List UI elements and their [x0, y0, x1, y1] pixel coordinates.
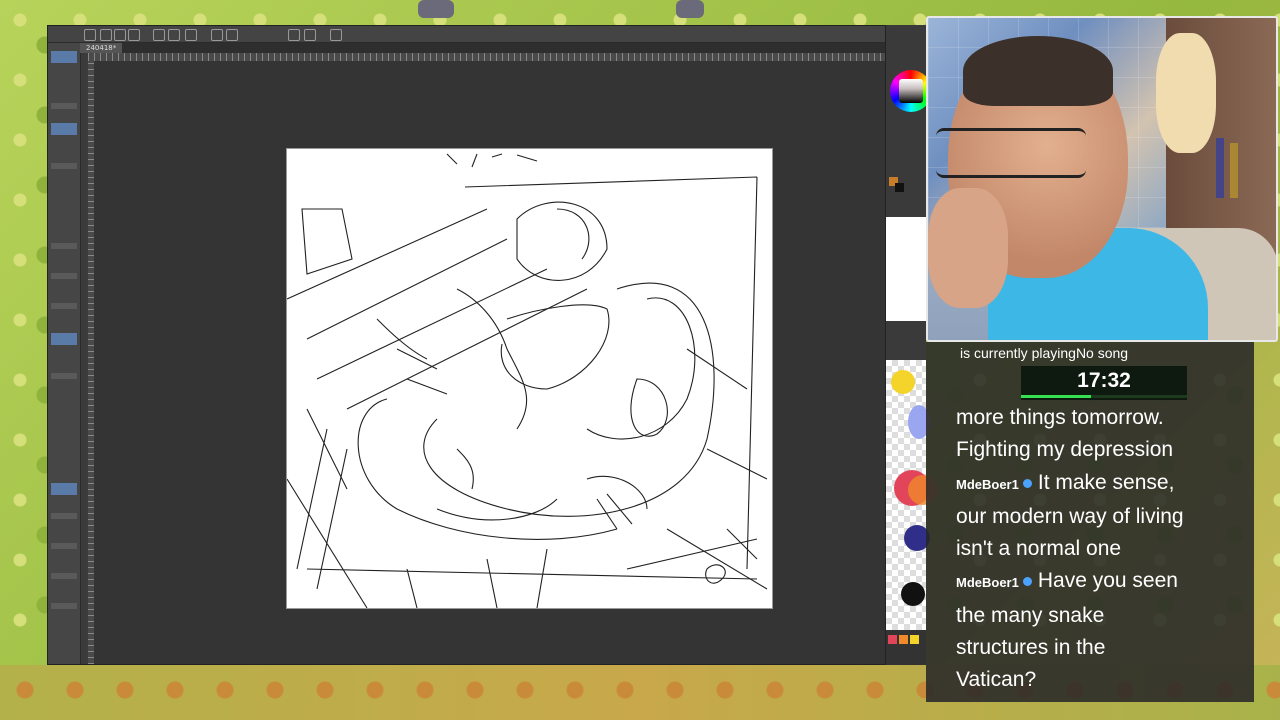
- navigator-thumbnail[interactable]: [886, 217, 926, 321]
- tool-item[interactable]: [51, 573, 77, 579]
- chat-line: structures in the: [956, 636, 1106, 660]
- marker-icon[interactable]: [304, 29, 316, 41]
- palette-chip[interactable]: [888, 635, 897, 644]
- transform-icon[interactable]: [226, 29, 238, 41]
- tool-item[interactable]: [51, 273, 77, 279]
- sketch-drawing: [287, 153, 768, 608]
- chat-line: Vatican?: [956, 668, 1037, 692]
- fill-icon[interactable]: [211, 29, 223, 41]
- tool-item[interactable]: [51, 513, 77, 519]
- tool-selected[interactable]: [51, 51, 77, 63]
- teddy-bear: [1156, 33, 1216, 153]
- right-panels: [885, 25, 938, 665]
- person-hair: [963, 36, 1113, 106]
- color-palette-panel[interactable]: [886, 360, 938, 630]
- tool-subtool[interactable]: [51, 483, 77, 495]
- timer-text: 17:32: [1077, 369, 1131, 392]
- palette-bar: [886, 630, 926, 665]
- settings-icon[interactable]: [185, 29, 197, 41]
- chat-line: more things tomorrow.: [956, 406, 1164, 429]
- tool-brush[interactable]: [51, 123, 77, 135]
- tool-item[interactable]: [51, 543, 77, 549]
- user-badge-icon: [1022, 478, 1032, 488]
- tool-item[interactable]: [51, 373, 77, 379]
- glasses: [936, 128, 1086, 178]
- timer-progress-bar: [1021, 395, 1187, 398]
- tool-item[interactable]: [51, 103, 77, 109]
- export-icon[interactable]: [128, 29, 140, 41]
- chat-line: Fighting my depression: [956, 438, 1174, 462]
- stream-timer: 17:32: [1021, 366, 1187, 400]
- palette-chip[interactable]: [910, 635, 919, 644]
- webcam-feed: [926, 16, 1278, 342]
- tool-item[interactable]: [51, 603, 77, 609]
- tool-palette: [48, 43, 81, 664]
- redo-icon[interactable]: [168, 29, 180, 41]
- person-hand: [928, 188, 1008, 308]
- palette-color[interactable]: [891, 370, 915, 394]
- pen-icon[interactable]: [288, 29, 300, 41]
- open-file-icon[interactable]: [100, 29, 112, 41]
- tool-item[interactable]: [51, 243, 77, 249]
- save-icon[interactable]: [114, 29, 126, 41]
- chat-line: MdeBoer1 Have you seen: [956, 569, 1178, 593]
- chat-line: our modern way of living: [956, 504, 1184, 528]
- tool-item[interactable]: [51, 303, 77, 309]
- palette-chip[interactable]: [899, 635, 908, 644]
- horizontal-ruler: [88, 53, 886, 61]
- chat-line: MdeBoer1 It make sense,: [956, 470, 1175, 494]
- copy-icon[interactable]: [330, 29, 342, 41]
- document-tab[interactable]: 240418*: [80, 43, 123, 53]
- undo-icon[interactable]: [153, 29, 165, 41]
- tool-item[interactable]: [51, 163, 77, 169]
- user-badge-icon: [1022, 577, 1032, 587]
- pixel-sprite: [676, 0, 704, 18]
- toolbar: [48, 26, 886, 43]
- chat-username: MdeBoer1: [956, 575, 1019, 591]
- chat-line: isn't a normal one: [956, 537, 1122, 561]
- tool-subtool[interactable]: [51, 333, 77, 345]
- chat-line: the many snake: [956, 603, 1105, 627]
- chat-log: more things tomorrow. Fighting my depres…: [956, 402, 1246, 697]
- document-tabbar: 240418*: [80, 43, 886, 53]
- timer-progress-fill: [1021, 395, 1091, 398]
- chat-username: MdeBoer1: [956, 476, 1019, 492]
- now-playing-text: is currently playingNo song: [960, 345, 1129, 361]
- new-file-icon[interactable]: [84, 29, 96, 41]
- sub-color-swatch[interactable]: [895, 183, 904, 192]
- pixel-sprite: [418, 0, 454, 18]
- drawing-canvas[interactable]: [286, 148, 773, 609]
- palette-color[interactable]: [901, 582, 925, 606]
